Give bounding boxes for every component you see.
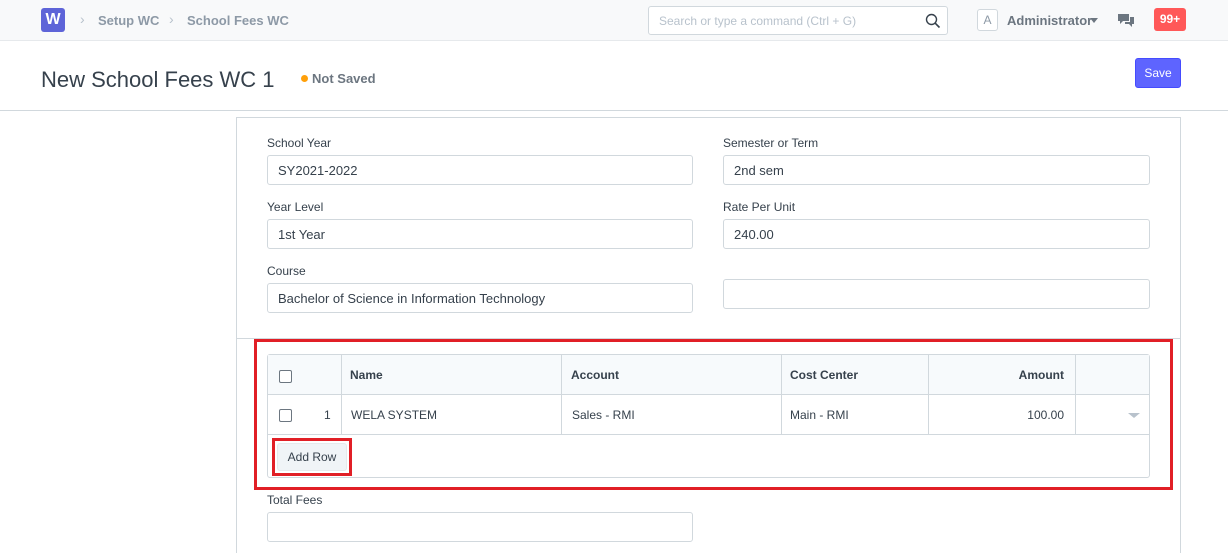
course-field[interactable] [267,283,693,313]
table-row[interactable]: 1 WELA SYSTEM Sales - RMI Main - RMI 100… [268,395,1149,435]
user-menu[interactable]: Administrator [1007,13,1092,28]
semester-label: Semester or Term [723,136,819,150]
column-header-cost-center: Cost Center [790,368,859,382]
cell-amount[interactable]: 100.00 [1027,408,1064,422]
table-header: Name Account Cost Center Amount [268,355,1149,395]
search-bar [648,6,948,35]
cell-name[interactable]: WELA SYSTEM [351,408,437,422]
fees-table: Name Account Cost Center Amount 1 WELA S… [267,354,1150,478]
save-button[interactable]: Save [1135,58,1181,88]
chevron-down-icon[interactable] [1128,413,1140,418]
column-header-amount: Amount [1018,368,1064,382]
course-label: Course [267,264,306,278]
chevron-right-icon: › [169,11,174,27]
column-divider [1075,355,1076,435]
search-icon[interactable] [925,13,941,29]
column-header-name: Name [350,368,383,382]
unlabeled-field[interactable] [723,279,1150,309]
column-divider [781,355,782,435]
add-row-button[interactable]: Add Row [277,443,347,471]
chat-icon[interactable] [1117,12,1135,28]
notification-badge[interactable]: 99+ [1154,8,1186,31]
select-all-checkbox[interactable] [279,370,292,383]
cell-cost-center[interactable]: Main - RMI [790,408,849,422]
school-year-label: School Year [267,136,332,150]
breadcrumb-school-fees-wc[interactable]: School Fees WC [187,13,289,28]
breadcrumb-setup-wc[interactable]: Setup WC [98,13,159,28]
row-index: 1 [324,408,331,422]
page-head: New School Fees WC 1 Not Saved Save [0,41,1228,111]
row-checkbox[interactable] [279,409,292,422]
total-fees-field[interactable] [267,512,693,542]
year-level-field[interactable] [267,219,693,249]
chevron-down-icon[interactable] [1090,18,1098,23]
column-divider [341,355,342,435]
rate-per-unit-label: Rate Per Unit [723,200,796,214]
school-year-field[interactable] [267,155,693,185]
column-divider [928,355,929,435]
avatar[interactable]: A [977,9,998,31]
column-header-account: Account [571,368,619,382]
semester-field[interactable] [723,155,1150,185]
cell-account[interactable]: Sales - RMI [572,408,635,422]
status-badge: Not Saved [312,71,376,86]
chevron-right-icon: › [80,11,85,27]
rate-per-unit-field[interactable] [723,219,1150,249]
page-title: New School Fees WC 1 [41,67,275,92]
search-input[interactable] [649,7,909,34]
navbar: W › Setup WC › School Fees WC A Administ… [0,0,1228,41]
status-indicator [301,75,308,82]
year-level-label: Year Level [267,200,324,214]
app-logo[interactable]: W [41,8,65,32]
total-fees-label: Total Fees [267,493,323,507]
column-divider [561,355,562,435]
